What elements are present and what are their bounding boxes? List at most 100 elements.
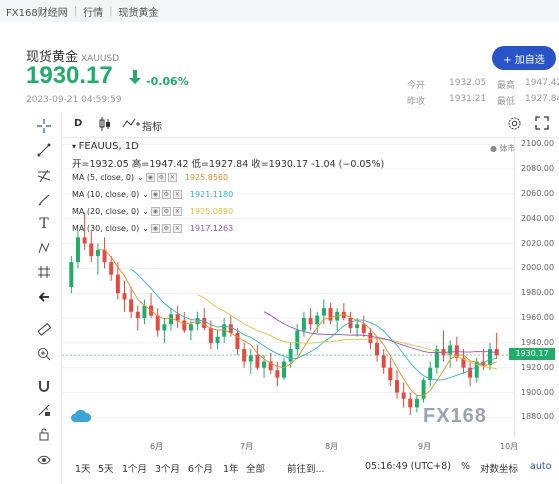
candle-body bbox=[169, 314, 174, 325]
indicators-icon[interactable] bbox=[122, 116, 140, 133]
candle-body bbox=[82, 237, 87, 244]
ma-value: 1921.1180 bbox=[189, 190, 234, 199]
candle-body bbox=[388, 367, 393, 381]
drawing-toolbar: T bbox=[26, 112, 62, 484]
candle-body bbox=[262, 361, 267, 368]
fib-icon[interactable] bbox=[26, 166, 62, 186]
date-tick-label: 6月 bbox=[150, 442, 164, 451]
close-icon[interactable]: ✕ bbox=[167, 173, 177, 182]
close-icon[interactable]: ✕ bbox=[172, 190, 182, 199]
range-1d[interactable]: 1天 bbox=[75, 461, 91, 475]
fullscreen-icon[interactable] bbox=[535, 116, 549, 133]
candle-body bbox=[89, 243, 94, 256]
range-3m[interactable]: 3个月 bbox=[155, 461, 180, 475]
text-icon[interactable]: T bbox=[26, 214, 62, 234]
settings-icon[interactable]: ⚙ bbox=[161, 224, 171, 233]
range-all[interactable]: 全部 bbox=[246, 461, 265, 475]
ma-label[interactable]: MA (10, close, 0) bbox=[72, 190, 139, 199]
date-tick-label: 10月 bbox=[500, 442, 519, 451]
breadcrumb-section[interactable]: 行情 bbox=[83, 4, 103, 19]
current-price-tag: 1930.17 bbox=[509, 348, 555, 360]
add-watchlist-button[interactable]: + 加自选 bbox=[492, 46, 556, 70]
price-change: -0.06% bbox=[146, 75, 189, 88]
open-value: 1932.05 bbox=[449, 78, 487, 88]
watermark-logo: FX168 bbox=[423, 405, 487, 427]
ruler-icon[interactable] bbox=[26, 319, 62, 339]
candle-body bbox=[375, 342, 380, 356]
indicators-button[interactable]: 指标 bbox=[142, 118, 162, 133]
candle-body bbox=[414, 398, 419, 408]
brush-icon[interactable] bbox=[26, 190, 62, 210]
candle-body bbox=[308, 318, 313, 325]
trend-line-icon[interactable] bbox=[26, 140, 62, 160]
candle-body bbox=[394, 380, 399, 393]
candle-body bbox=[75, 237, 80, 263]
ma-label[interactable]: MA (30, close, 0) bbox=[72, 224, 139, 233]
interval-button[interactable]: D bbox=[74, 118, 82, 129]
settings-icon[interactable]: ⚙ bbox=[161, 207, 171, 216]
date-tick-label: 9月 bbox=[418, 442, 432, 451]
price-tick-label: 1880.00 bbox=[521, 412, 555, 422]
prediction-icon[interactable] bbox=[26, 262, 62, 282]
auto-scale-toggle[interactable]: auto bbox=[530, 461, 551, 472]
ma-legend-row: MA (30, close, 0) ⌄ ◉ ⚙ ✕ 1917.1263 bbox=[72, 224, 234, 233]
magnet-icon[interactable] bbox=[26, 376, 62, 396]
settings-icon[interactable] bbox=[507, 116, 522, 134]
back-arrow-icon[interactable] bbox=[26, 287, 62, 307]
pattern-icon[interactable] bbox=[26, 238, 62, 258]
range-1m[interactable]: 1个月 bbox=[122, 461, 147, 475]
candle-body bbox=[122, 293, 127, 300]
low-value: 1927.84 bbox=[525, 94, 559, 104]
price-tick-label: 1960.00 bbox=[521, 313, 555, 323]
price-chart[interactable] bbox=[62, 138, 514, 436]
eye-icon[interactable]: ◉ bbox=[150, 207, 160, 216]
range-6m[interactable]: 6个月 bbox=[188, 461, 213, 475]
candle-body bbox=[248, 355, 253, 362]
percent-toggle[interactable]: % bbox=[461, 461, 470, 472]
breadcrumb-separator: | bbox=[73, 5, 78, 17]
candle-body bbox=[421, 380, 426, 399]
range-1y[interactable]: 1年 bbox=[223, 461, 239, 475]
goto-date-button[interactable]: 前往到... bbox=[287, 461, 325, 475]
candle-body bbox=[135, 311, 140, 319]
lock-draw-icon[interactable] bbox=[26, 400, 62, 420]
candle-body bbox=[129, 299, 134, 312]
price-tick-label: 1920.00 bbox=[521, 362, 555, 372]
log-scale-toggle[interactable]: 对数坐标 bbox=[480, 461, 518, 475]
breadcrumb-home[interactable]: FX168财经网 bbox=[6, 4, 68, 19]
price-tick-label: 1940.00 bbox=[521, 337, 555, 347]
eye-icon[interactable] bbox=[26, 450, 62, 470]
eye-icon[interactable]: ◉ bbox=[145, 173, 155, 182]
candle-body bbox=[175, 314, 180, 321]
settings-icon[interactable]: ⚙ bbox=[161, 190, 171, 199]
close-icon[interactable]: ✕ bbox=[172, 224, 182, 233]
candle-body bbox=[115, 274, 120, 294]
candle-body bbox=[109, 262, 114, 275]
eye-icon[interactable]: ◉ bbox=[150, 224, 160, 233]
prev-close-label: 昨收 bbox=[407, 97, 426, 107]
ma-label[interactable]: MA (20, close, 0) bbox=[72, 207, 139, 216]
open-label: 今开 bbox=[407, 81, 426, 91]
price-tick-label: 1980.00 bbox=[521, 288, 555, 298]
candle-body bbox=[95, 249, 100, 256]
settings-icon[interactable]: ⚙ bbox=[156, 173, 166, 182]
range-5d[interactable]: 5天 bbox=[98, 461, 114, 475]
eye-icon[interactable]: ◉ bbox=[150, 190, 160, 199]
ma-value: 1925.8580 bbox=[184, 173, 229, 182]
price-tick-label: 2100.00 bbox=[521, 139, 555, 149]
candle-body bbox=[321, 308, 326, 316]
price-axis[interactable]: 2100.00 2080.00 2060.00 2040.00 2020.00 2000.… bbox=[514, 138, 559, 436]
candle-body bbox=[235, 332, 240, 350]
prev-close-value: 1931.21 bbox=[449, 94, 487, 104]
candle-type-icon[interactable] bbox=[98, 116, 112, 135]
close-icon[interactable]: ✕ bbox=[172, 207, 182, 216]
date-tick-label: 8月 bbox=[325, 442, 339, 451]
clock-readout: 05:16:49 (UTC+8) bbox=[365, 461, 451, 472]
ma-label[interactable]: MA (5, close, 0) bbox=[72, 173, 134, 182]
ma-legend-row: MA (20, close, 0) ⌄ ◉ ⚙ ✕ 1925.0890 bbox=[72, 207, 234, 216]
crosshair-icon[interactable] bbox=[26, 116, 62, 136]
low-label: 最低 bbox=[497, 97, 516, 107]
zoom-in-icon[interactable] bbox=[26, 344, 62, 364]
candle-body bbox=[182, 320, 187, 331]
lock-icon[interactable] bbox=[26, 424, 62, 444]
